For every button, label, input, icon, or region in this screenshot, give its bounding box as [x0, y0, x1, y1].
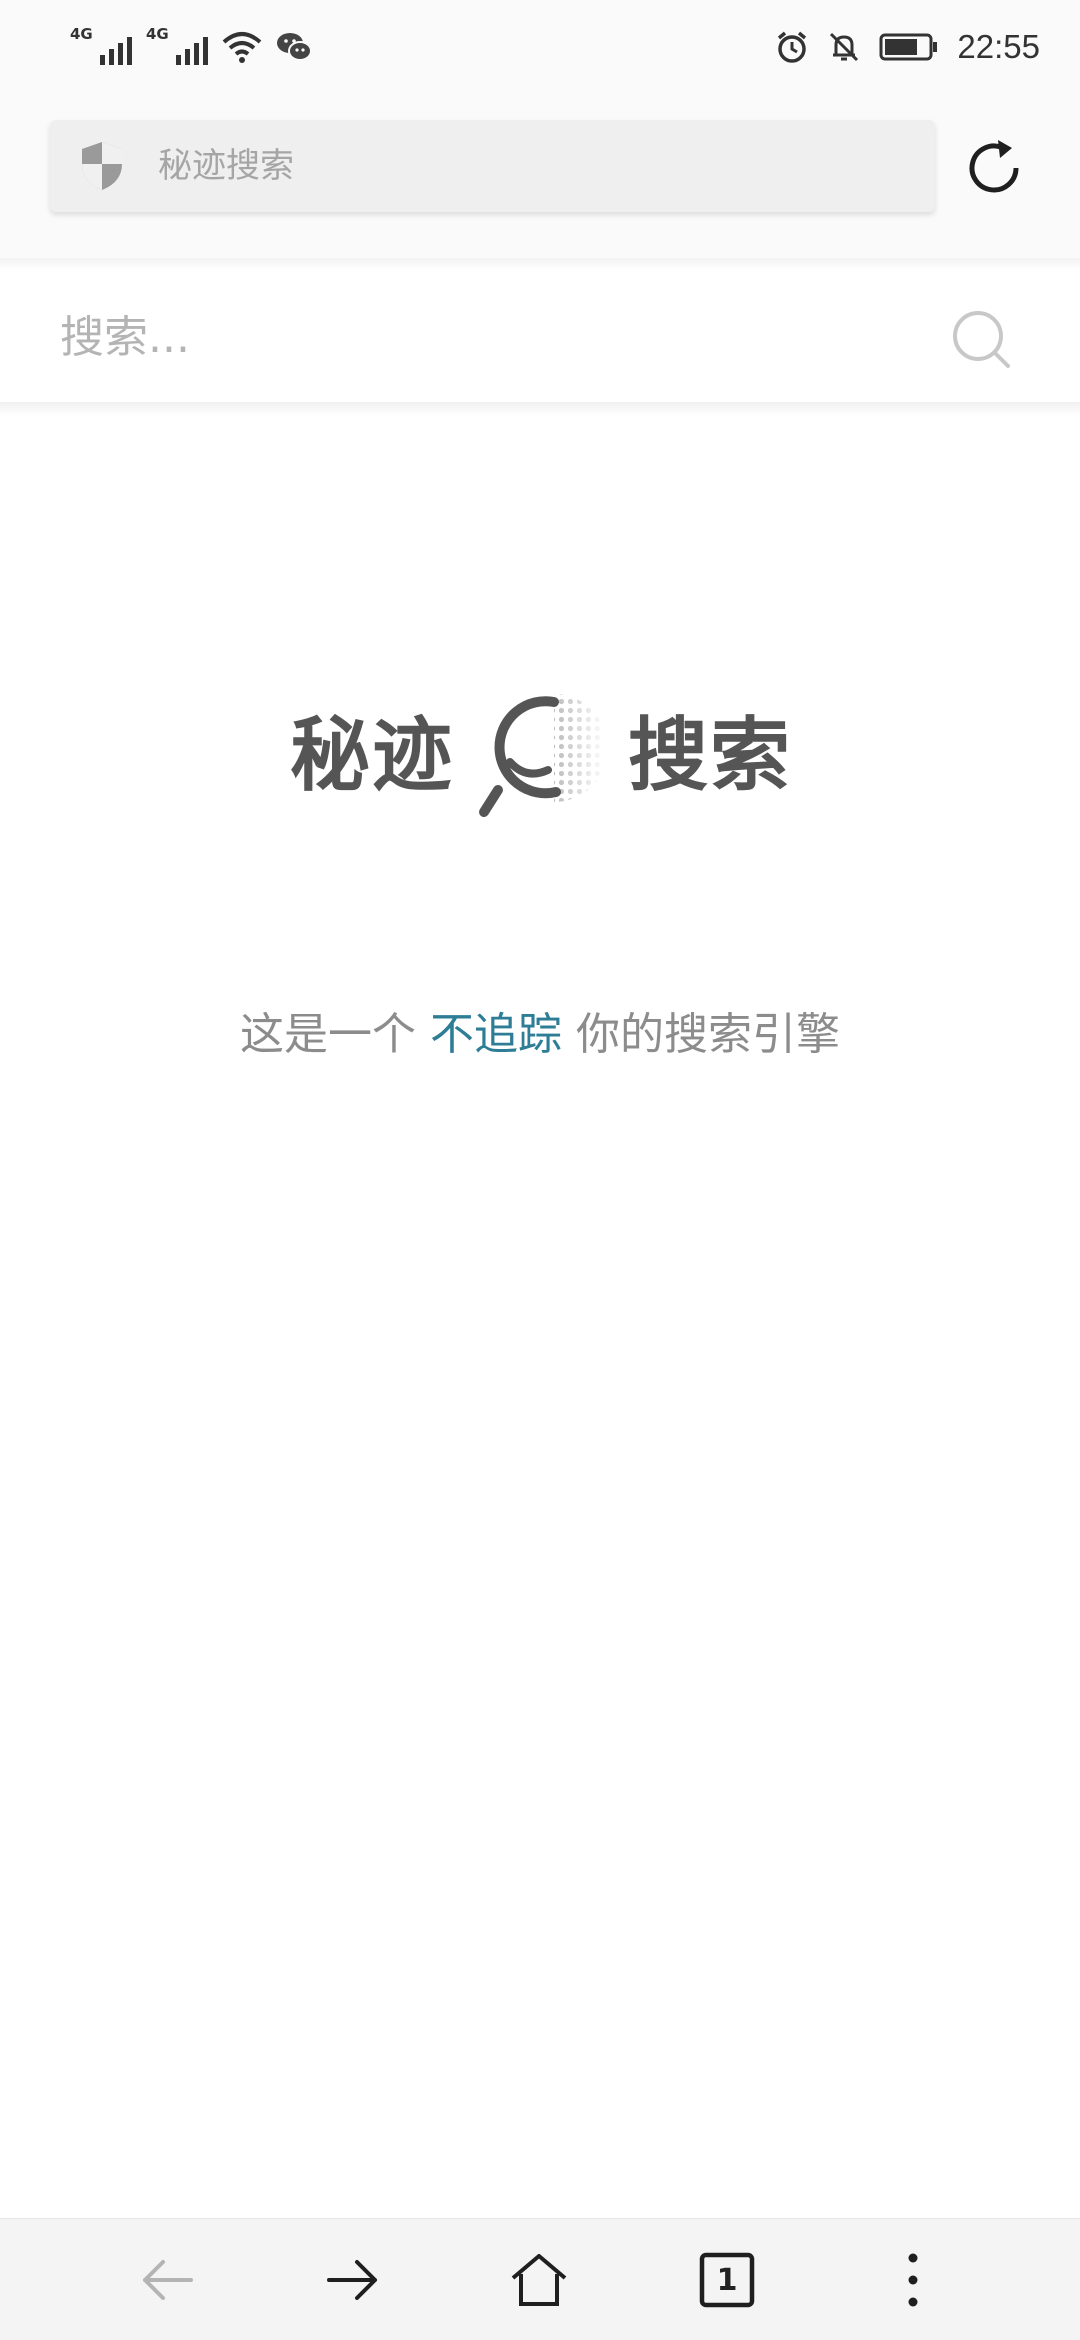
- logo-text-left: 秘迹: [290, 709, 454, 802]
- network-type-1: 4G: [70, 25, 93, 43]
- page-search-bar: [0, 272, 1080, 402]
- forward-icon[interactable]: [321, 2248, 385, 2312]
- menu-button[interactable]: [876, 2243, 950, 2317]
- forward-button[interactable]: [316, 2243, 390, 2317]
- address-bar[interactable]: 秘迹搜索: [50, 120, 935, 212]
- toolbar-divider: [0, 258, 1080, 270]
- magnifier-logo-icon: [479, 694, 606, 817]
- logo-text-right: 搜索: [628, 709, 792, 802]
- back-button[interactable]: [130, 2243, 204, 2317]
- brand-logo: 秘迹 搜索: [290, 688, 810, 823]
- tagline: 这是一个 不追踪 你的搜索引擎: [0, 1000, 1080, 1070]
- tagline-highlight: 不追踪: [430, 1009, 562, 1060]
- reload-icon[interactable]: [962, 136, 1026, 200]
- wifi-icon: [222, 32, 262, 63]
- tabs-button[interactable]: 1: [690, 2243, 764, 2317]
- bottom-navigation-bar: 1: [0, 2218, 1080, 2340]
- battery-icon: [879, 33, 938, 61]
- browser-screen: 4G 4G 22:55 秘迹搜索 搜索... 秘迹 搜索 这是一个 不追踪 你的…: [0, 0, 1080, 2340]
- shield-icon[interactable]: [78, 140, 126, 192]
- home-icon[interactable]: [507, 2248, 571, 2312]
- status-left: 4G 4G: [70, 24, 312, 70]
- search-divider: [0, 402, 1080, 416]
- tab-count[interactable]: 1: [690, 2243, 764, 2317]
- status-right: 22:55: [775, 24, 1040, 70]
- tagline-before: 这是一个: [240, 1009, 416, 1060]
- back-icon[interactable]: [135, 2248, 199, 2312]
- status-bar: 4G 4G 22:55: [0, 0, 1080, 92]
- mute-bell-icon: [830, 32, 859, 62]
- alarm-icon: [778, 31, 807, 63]
- search-icon[interactable]: [950, 308, 1014, 372]
- search-input[interactable]: [60, 272, 920, 402]
- wechat-icon: [277, 33, 312, 61]
- tagline-after: 你的搜索引擎: [576, 1009, 840, 1060]
- status-time: 22:55: [957, 28, 1040, 65]
- menu-icon[interactable]: [881, 2248, 945, 2312]
- network-type-2: 4G: [146, 25, 169, 43]
- signal-icon: 4G: [70, 27, 132, 67]
- home-button[interactable]: [502, 2243, 576, 2317]
- browser-toolbar: 秘迹搜索: [0, 92, 1080, 262]
- address-bar-text[interactable]: 秘迹搜索: [158, 120, 294, 212]
- signal-icon-2: 4G: [146, 27, 208, 67]
